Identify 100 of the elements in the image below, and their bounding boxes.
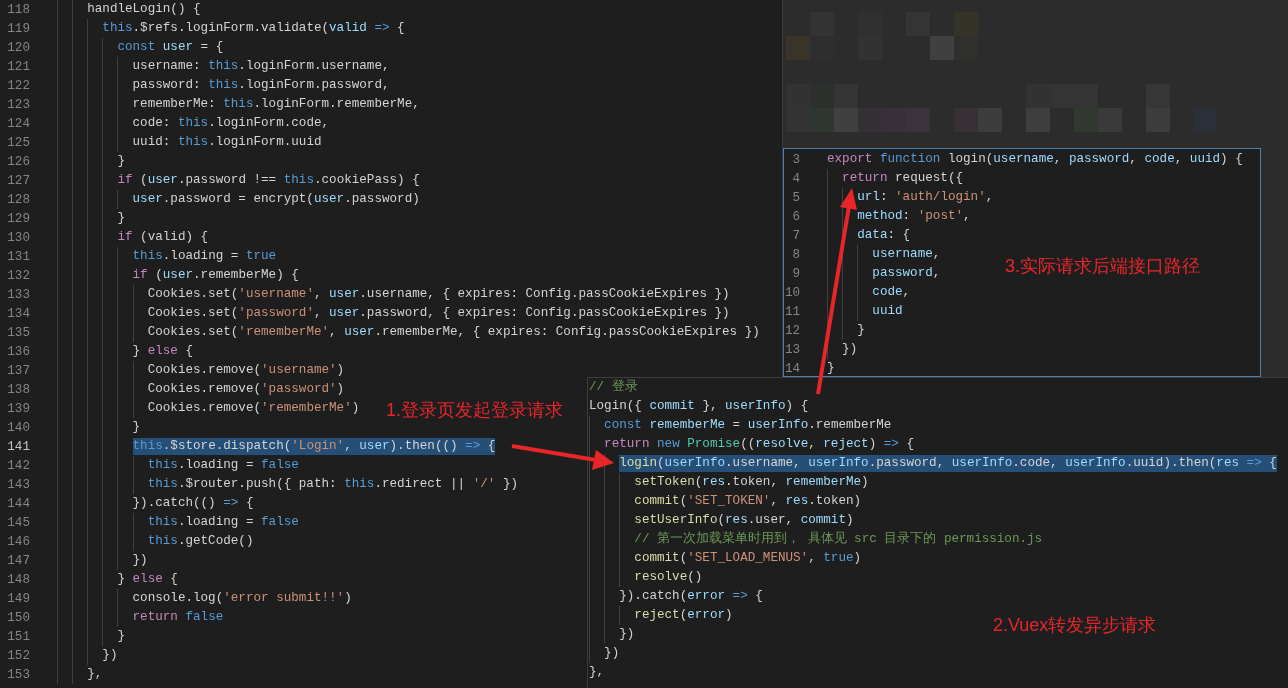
code-line: commit('SET_TOKEN', res.token) xyxy=(634,493,862,510)
code-line: }) xyxy=(132,552,148,569)
line-number: 14 xyxy=(784,361,801,376)
line-number: 129 xyxy=(6,211,31,226)
code-line: this.$refs.loginForm.validate(valid => { xyxy=(102,20,405,37)
code-line: } xyxy=(857,322,865,339)
line-number: 4 xyxy=(791,171,801,186)
line-number: 132 xyxy=(6,268,31,283)
code-line: } xyxy=(827,360,835,377)
line-number: 147 xyxy=(6,553,31,568)
code-line: export function login(username, password, code, uuid) { xyxy=(827,151,1243,168)
line-number: 146 xyxy=(6,534,31,549)
line-number: 5 xyxy=(791,190,801,205)
code-line: return new Promise((resolve, reject) => { xyxy=(604,436,915,453)
line-number: 130 xyxy=(6,230,31,245)
line-number: 149 xyxy=(6,591,31,606)
code-line: Cookies.remove('username') xyxy=(147,362,345,379)
code-line: this.loading = false xyxy=(147,514,299,531)
code-line: } xyxy=(117,153,125,170)
line-number: 10 xyxy=(784,285,801,300)
code-line: }, xyxy=(87,666,103,683)
line-number: 9 xyxy=(791,266,801,281)
code-line: } xyxy=(117,210,125,227)
line-number: 144 xyxy=(6,496,31,511)
code-line: setUserInfo(res.user, commit) xyxy=(634,512,854,529)
code-line: // 第一次加载菜单时用到， 具体见 src 目录下的 permission.js xyxy=(634,531,1043,548)
code-line: code: this.loginForm.code, xyxy=(132,115,330,132)
code-line: commit('SET_LOAD_MENUS', true) xyxy=(634,550,862,567)
code-line: data: { xyxy=(857,227,911,244)
code-line: this.loading = true xyxy=(132,248,277,265)
code-line: }) xyxy=(842,341,858,358)
code-line: Cookies.set('rememberMe', user.rememberMe, { expires: Config.passCookieExpires }) xyxy=(147,324,760,341)
line-number: 119 xyxy=(6,21,31,36)
code-line: if (user.password !== this.cookiePass) { xyxy=(117,172,420,189)
annotation-text: 3.实际请求后端接口路径 xyxy=(1005,255,1200,278)
code-line: password, xyxy=(872,265,941,282)
line-number: 122 xyxy=(6,78,31,93)
code-line: }) xyxy=(604,645,620,662)
code-line: user.password = encrypt(user.password) xyxy=(132,191,420,208)
code-line: uuid xyxy=(872,303,903,320)
line-number: 140 xyxy=(6,420,31,435)
line-number: 139 xyxy=(6,401,31,416)
code-line: if (valid) { xyxy=(117,229,209,246)
line-number: 135 xyxy=(6,325,31,340)
code-line: const rememberMe = userInfo.rememberMe xyxy=(604,417,892,434)
code-line: } xyxy=(132,419,141,436)
code-line: rememberMe: this.loginForm.rememberMe, xyxy=(132,96,420,113)
line-number: 151 xyxy=(6,629,31,644)
line-number: 128 xyxy=(6,192,31,207)
line-number: 131 xyxy=(6,249,31,264)
code-line: this.$router.push({ path: this.redirect || '/' }) xyxy=(147,476,518,493)
code-line: method: 'post', xyxy=(857,208,971,225)
code-line: Cookies.set('username', user.username, { expires: Config.passCookieExpires }) xyxy=(147,286,730,303)
code-line: password: this.loginForm.password, xyxy=(132,77,390,94)
line-number: 8 xyxy=(791,247,801,262)
line-number: 120 xyxy=(6,40,31,55)
code-line: this.loading = false xyxy=(147,457,299,474)
line-number: 142 xyxy=(6,458,31,473)
line-number: 145 xyxy=(6,515,31,530)
line-number: 137 xyxy=(6,363,31,378)
line-number: 152 xyxy=(6,648,31,663)
line-number: 121 xyxy=(6,59,31,74)
code-line: }) xyxy=(102,647,118,664)
code-line: const user = { xyxy=(117,39,224,56)
line-number: 148 xyxy=(6,572,31,587)
code-line: }, xyxy=(589,664,605,681)
line-number: 143 xyxy=(6,477,31,492)
line-number: 141 xyxy=(6,439,31,454)
code-line: // 登录 xyxy=(589,379,638,396)
line-number: 12 xyxy=(784,323,801,338)
code-line: } else { xyxy=(132,343,194,360)
line-number: 150 xyxy=(6,610,31,625)
line-number: 13 xyxy=(784,342,801,357)
code-line: url: 'auth/login', xyxy=(857,189,994,206)
line-number: 153 xyxy=(6,667,31,682)
line-number: 124 xyxy=(6,116,31,131)
line-number: 136 xyxy=(6,344,31,359)
code-line: reject(error) xyxy=(634,607,733,624)
code-line: } xyxy=(117,628,125,645)
annotation-text: 2.Vuex转发异步请求 xyxy=(993,614,1157,637)
code-line: resolve() xyxy=(634,569,703,586)
line-number: 3 xyxy=(791,152,801,167)
code-line: return false xyxy=(132,609,224,626)
code-line: }) xyxy=(619,626,635,643)
code-line: } else { xyxy=(117,571,178,588)
line-number: 133 xyxy=(6,287,31,302)
line-number: 123 xyxy=(6,97,31,112)
line-number: 7 xyxy=(791,228,801,243)
code-line: Login({ commit }, userInfo) { xyxy=(589,398,809,415)
code-line: uuid: this.loginForm.uuid xyxy=(132,134,322,151)
line-number: 118 xyxy=(6,2,31,17)
code-line: Cookies.remove('rememberMe') xyxy=(147,400,360,417)
line-number: 134 xyxy=(6,306,31,321)
code-line: setToken(res.token, rememberMe) xyxy=(634,474,869,491)
code-line: username: this.loginForm.username, xyxy=(132,58,390,75)
line-number: 138 xyxy=(6,382,31,397)
code-line: Cookies.remove('password') xyxy=(147,381,345,398)
code-line: handleLogin() { xyxy=(87,1,201,18)
code-line: console.log('error submit!!') xyxy=(132,590,352,607)
code-line: code, xyxy=(872,284,911,301)
